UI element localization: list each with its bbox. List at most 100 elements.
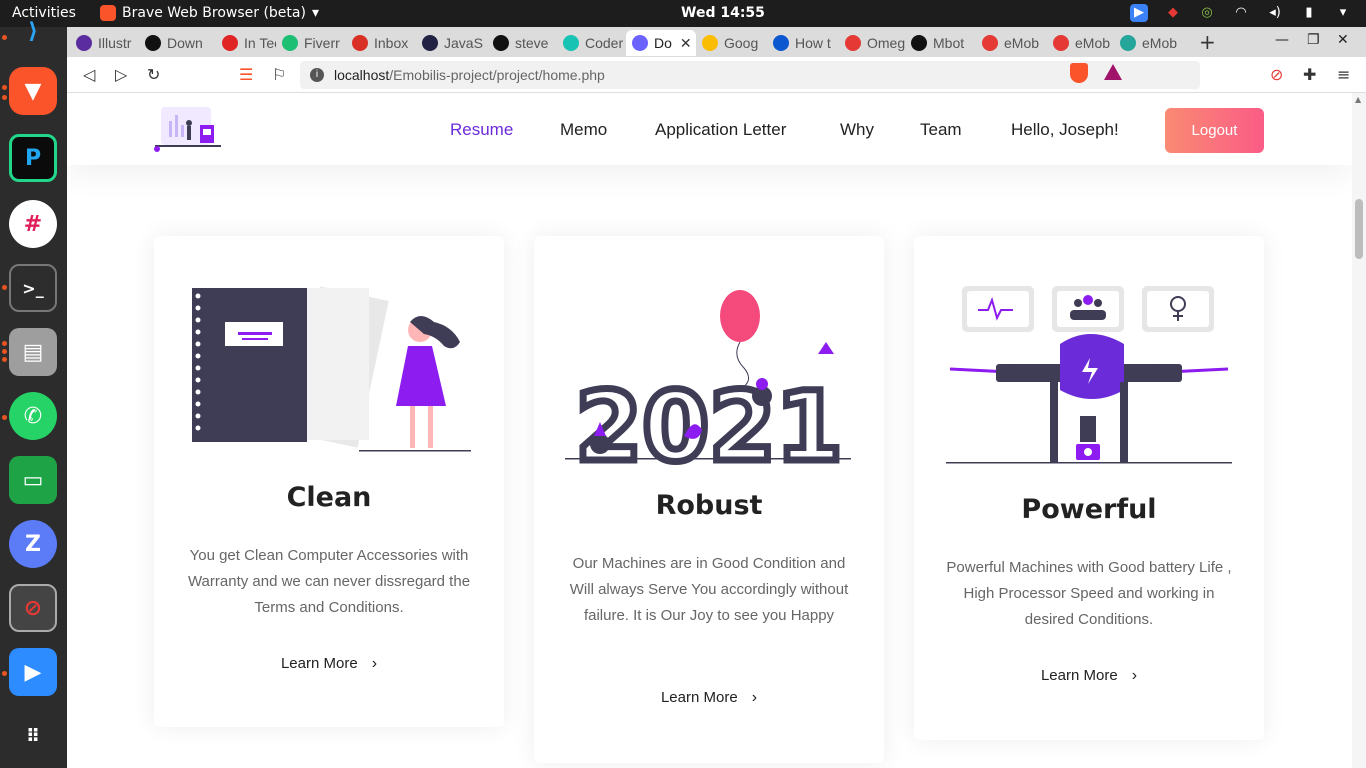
learn-more-link[interactable]: Learn More › [534, 689, 884, 707]
card-title: Powerful [1021, 494, 1157, 525]
site-header: Resume Memo Application Letter Why Team Hello… [67, 93, 1352, 165]
nav-link[interactable]: Team [920, 120, 962, 140]
browser-tab[interactable]: eMob [1047, 30, 1114, 56]
browser-tab[interactable]: Mbot [905, 30, 976, 56]
page-scrollbar[interactable]: ▲ [1352, 93, 1366, 768]
feature-card-clean: Clean You get Clean Computer Accessories… [154, 236, 504, 727]
browser-tab[interactable]: Down [139, 30, 216, 56]
nav-link[interactable]: Application Letter [655, 120, 786, 140]
browser-tab[interactable]: Do ✕ [626, 30, 696, 56]
learn-more-link[interactable]: Learn More › [914, 667, 1264, 685]
menu-icon[interactable]: ≡ [1337, 65, 1350, 84]
reader-mode-icon[interactable]: ☰ [239, 65, 253, 84]
browser-tab[interactable]: Inbox [346, 30, 416, 56]
tab-favicon-icon [773, 35, 789, 51]
url-host: localhost [334, 67, 390, 83]
tab-favicon-icon [632, 35, 648, 51]
show-applications-icon[interactable]: ⠿ [9, 712, 57, 760]
slack-icon[interactable]: # [9, 200, 57, 248]
browser-tab[interactable]: Illustr [70, 30, 139, 56]
chevron-right-icon: › [751, 689, 758, 706]
browser-tab[interactable]: How t [767, 30, 839, 56]
tab-favicon-icon [145, 35, 161, 51]
tab-label: eMob [1075, 35, 1111, 51]
scroll-up-icon[interactable]: ▲ [1355, 95, 1361, 104]
terminal-icon[interactable]: >_ [9, 264, 57, 312]
google-chat-icon[interactable]: ▭ [9, 456, 57, 504]
clock[interactable]: Wed 14:55 [681, 5, 765, 21]
logout-button[interactable]: Logout [1165, 108, 1264, 153]
nav-link[interactable]: Resume [450, 120, 513, 140]
tab-favicon-icon [982, 35, 998, 51]
vscode-icon[interactable]: ⟩ [9, 7, 57, 55]
url-path: /Emobilis-project/project/home.php [389, 67, 605, 83]
browser-tab[interactable]: eMob [976, 30, 1047, 56]
tab-label: Fiverr [304, 35, 340, 51]
maximize-button[interactable]: ❐ [1307, 32, 1320, 48]
tab-label: How t [795, 35, 831, 51]
files-icon[interactable]: ▤ [9, 328, 57, 376]
new-tab-button[interactable]: + [1199, 30, 1216, 54]
browser-tab[interactable]: JavaS [416, 30, 487, 56]
browser-tab[interactable]: Coder [557, 30, 626, 56]
site-info-icon[interactable]: i [310, 68, 324, 82]
zoom-tray-icon[interactable]: ▶ [1130, 4, 1148, 22]
browser-tab[interactable]: Fiverr [276, 30, 346, 56]
chevron-right-icon: › [371, 655, 378, 672]
whatsapp-tray-icon[interactable]: ◎ [1198, 4, 1216, 22]
address-bar[interactable]: i localhost/Emobilis-project/project/hom… [300, 61, 1200, 89]
minimize-button[interactable]: — [1275, 32, 1289, 48]
nav-link[interactable]: Hello, Joseph! [1011, 120, 1119, 140]
close-window-button[interactable]: ✕ [1337, 32, 1349, 48]
tab-favicon-icon [563, 35, 579, 51]
browser-tab[interactable]: In Tec [216, 30, 276, 56]
back-icon[interactable]: ◁ [83, 65, 95, 84]
extensions-icon[interactable]: ✚ [1303, 65, 1316, 84]
system-tray[interactable]: ▶ ◆ ◎ ◠ ◂) ▮ ▾ [1130, 4, 1352, 22]
zoom-icon[interactable]: ▶ [9, 648, 57, 696]
feature-card-powerful: Powerful Powerful Machines with Good bat… [914, 236, 1264, 740]
close-tab-icon[interactable]: ✕ [680, 35, 692, 52]
tab-favicon-icon [352, 35, 368, 51]
nav-link[interactable]: Why [840, 120, 874, 140]
learn-more-link[interactable]: Learn More › [154, 655, 504, 673]
chevron-right-icon: › [1131, 667, 1138, 684]
brave-browser-icon[interactable]: ▼ [9, 67, 57, 115]
browser-tab[interactable]: steve [487, 30, 557, 56]
anydesk-tray-icon[interactable]: ◆ [1164, 4, 1182, 22]
card-title: Clean [286, 482, 372, 513]
dock: ⟩ ▼ P # >_ ▤ ✆ ▭ Z ⊘ ▶ ⠿ [0, 19, 67, 768]
browser-tab[interactable]: Goog [696, 30, 767, 56]
tab-favicon-icon [1053, 35, 1069, 51]
bookmark-icon[interactable]: ⚐ [272, 65, 286, 84]
browser-toolbar: ◁ ▷ ↻ ☰ ⚐ i localhost/Emobilis-project/p… [67, 57, 1366, 93]
app-menu-label: Brave Web Browser (beta) [122, 5, 306, 21]
volume-icon[interactable]: ◂) [1266, 4, 1284, 22]
site-logo[interactable] [153, 105, 223, 155]
nav-link[interactable]: Memo [560, 120, 607, 140]
zulip-icon[interactable]: Z [9, 520, 57, 568]
browser-tab[interactable]: Omeg [839, 30, 905, 56]
tab-favicon-icon [702, 35, 718, 51]
tab-label: eMob [1004, 35, 1040, 51]
tab-favicon-icon [845, 35, 861, 51]
extension-blocked-icon[interactable]: ⊘ [1270, 65, 1283, 84]
brave-rewards-icon[interactable] [1104, 64, 1122, 80]
brave-shields-icon[interactable] [1070, 63, 1088, 83]
power-menu-icon[interactable]: ▾ [1334, 4, 1352, 22]
year-2021-illustration: 2021 [565, 290, 851, 476]
tab-label: JavaS [444, 35, 483, 51]
whatsapp-icon[interactable]: ✆ [9, 392, 57, 440]
tab-label: Illustr [98, 35, 132, 51]
browser-tab[interactable]: eMob [1114, 30, 1184, 56]
battery-icon[interactable]: ▮ [1300, 4, 1318, 22]
scrollbar-thumb[interactable] [1355, 199, 1363, 259]
reload-icon[interactable]: ↻ [147, 65, 160, 84]
tab-label: Goog [724, 35, 759, 51]
app-menu[interactable]: Brave Web Browser (beta) ▾ [100, 5, 319, 21]
blocked-app-icon[interactable]: ⊘ [9, 584, 57, 632]
pycharm-icon[interactable]: P [9, 134, 57, 182]
tab-label: Coder [585, 35, 624, 51]
wifi-icon[interactable]: ◠ [1232, 4, 1250, 22]
forward-icon[interactable]: ▷ [115, 65, 127, 84]
